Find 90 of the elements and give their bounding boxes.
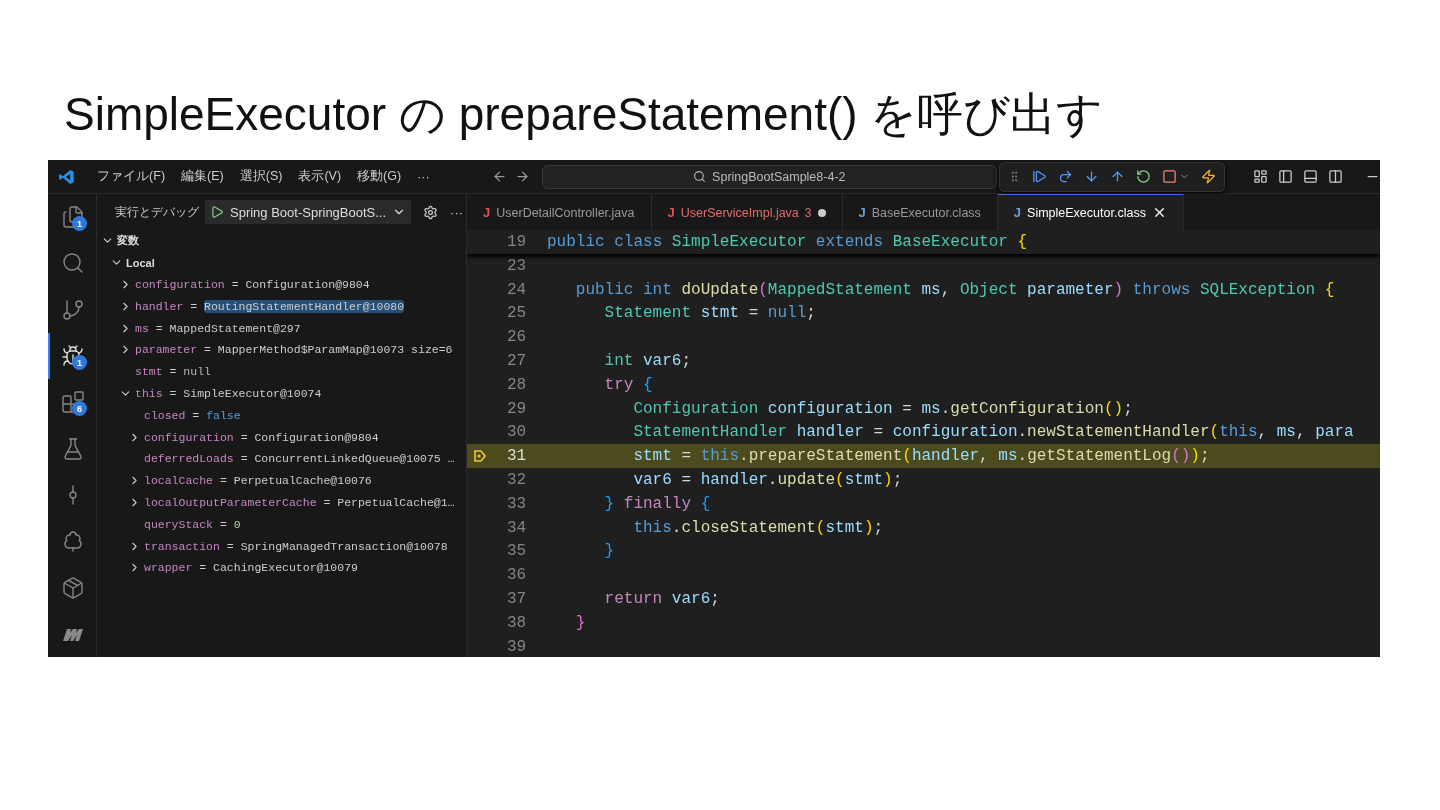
menu-item[interactable]: 移動(G) <box>349 168 410 185</box>
flask-icon[interactable] <box>61 436 85 461</box>
line-number: 24 <box>507 280 528 299</box>
code-line: public class SimpleExecutor extends BaseExecutor { <box>547 233 1028 251</box>
line-number: 26 <box>507 328 528 347</box>
variable-entry[interactable]: localCache = PerpetualCache@10076 <box>144 474 372 488</box>
line-number: 28 <box>507 375 528 394</box>
line-number: 29 <box>507 399 528 418</box>
package-icon[interactable] <box>61 575 85 600</box>
code-line: Configuration configuration = ms.getConfiguration(); <box>632 399 1133 418</box>
count-badge: 6 <box>72 401 87 417</box>
restart-icon[interactable] <box>1136 169 1151 184</box>
menu-item[interactable]: ファイル(F) <box>89 168 174 185</box>
branch-icon[interactable] <box>61 297 85 322</box>
line-number: 31 <box>507 447 528 466</box>
line-number: 34 <box>507 518 528 537</box>
line-number: 33 <box>507 494 528 513</box>
code-line: StatementHandler handler = configuration.newStatementHandler(this, ms, para <box>632 423 1354 442</box>
more-button[interactable]: ··· <box>450 204 464 220</box>
menu-item[interactable]: 表示(V) <box>290 168 350 185</box>
forward-arrow-icon[interactable] <box>514 169 530 184</box>
blocks-icon[interactable] <box>61 390 85 415</box>
sidebar-toggle-icon[interactable] <box>1278 169 1293 184</box>
search-icon <box>693 170 707 183</box>
line-number: 39 <box>507 637 528 656</box>
code-line: int var6; <box>603 352 692 371</box>
search-field[interactable]: SpringBootSample8-4-2 <box>541 164 997 189</box>
variable-entry[interactable]: transaction = SpringManagedTransaction@10078 <box>144 539 448 553</box>
code-line: } <box>574 613 586 632</box>
count-badge: 1 <box>72 216 87 232</box>
line-number: 30 <box>507 423 528 442</box>
java-file-icon: J <box>1013 205 1022 220</box>
line-number: 36 <box>507 566 528 585</box>
step-over-icon[interactable] <box>1058 169 1073 184</box>
play-icon[interactable] <box>210 205 224 219</box>
code-line: public int doUpdate(MappedStatement ms, Object parameter) throws SQLException { <box>574 280 1335 299</box>
line-number: 37 <box>507 590 528 609</box>
code-line: Statement stmt = null; <box>603 304 816 323</box>
paused-arrow-icon <box>473 449 487 464</box>
code-line: } <box>603 542 615 561</box>
slide-title: SimpleExecutor の prepareStatement() を呼び出す <box>64 87 1105 142</box>
java-file-icon: J <box>483 205 491 220</box>
variable-entry[interactable]: configuration = Configuration@9804 <box>135 278 370 291</box>
tree-icon[interactable] <box>61 529 85 554</box>
line-number: 38 <box>507 613 528 632</box>
menu-item[interactable]: ··· <box>409 169 438 184</box>
scope-label[interactable]: Local <box>126 256 155 269</box>
split-icon[interactable] <box>1328 169 1343 184</box>
code-line: this.closeStatement(stmt); <box>632 518 884 537</box>
files-icon[interactable] <box>61 205 85 230</box>
code-line: var6 = handler.update(stmt); <box>632 471 903 490</box>
variable-entry[interactable]: localOutputParameterCache = PerpetualCache@1… <box>144 495 455 509</box>
variable-entry[interactable]: closed = false <box>144 408 241 422</box>
continue-icon[interactable] <box>1032 169 1047 184</box>
variable-entry[interactable]: stmt = null <box>135 365 211 379</box>
launch-config-select[interactable]: Spring Boot-SpringBootS... <box>205 200 412 224</box>
java-file-icon: J <box>667 205 675 220</box>
menu-item[interactable]: 選択(S) <box>231 168 291 185</box>
editor-tab[interactable]: J SimpleExecutor.class <box>997 194 1184 230</box>
logo-icon <box>58 167 76 186</box>
lightning-icon[interactable] <box>1201 169 1216 184</box>
step-into-icon[interactable] <box>1084 169 1099 184</box>
line-number: 19 <box>507 233 528 251</box>
line-number: 32 <box>507 471 528 490</box>
code-line: } finally { <box>603 494 711 513</box>
variable-entry[interactable]: ms = MappedStatement@297 <box>135 321 301 335</box>
panel-title: 実行とデバッグ <box>115 203 199 221</box>
count-badge: 1 <box>72 355 87 371</box>
variable-entry[interactable]: parameter = MapperMethod$ParamMap@10073 size=6 <box>135 343 453 357</box>
variable-entry[interactable]: deferredLoads = ConcurrentLinkedQueue@10075 … <box>144 452 455 466</box>
line-number: 25 <box>507 304 528 323</box>
step-out-icon[interactable] <box>1110 169 1125 184</box>
bug-icon[interactable] <box>61 344 85 369</box>
variable-entry[interactable]: queryStack = 0 <box>144 517 241 531</box>
line-number: 23 <box>507 256 528 275</box>
layout-icon[interactable] <box>1253 169 1268 184</box>
variable-entry[interactable]: wrapper = CachingExecutor@10079 <box>144 561 358 575</box>
section-title[interactable]: 変数 <box>117 233 139 249</box>
variable-entry[interactable]: this = SimpleExecutor@10074 <box>135 386 322 400</box>
code-line: return var6; <box>603 590 720 609</box>
java-file-icon: J <box>858 205 866 220</box>
settings-icon[interactable] <box>423 204 439 220</box>
line-number: 27 <box>507 352 528 371</box>
panel-toggle-icon[interactable] <box>1303 169 1318 184</box>
code-line: try { <box>603 375 653 394</box>
stop-icon[interactable] <box>1162 169 1177 184</box>
code-line: stmt = this.prepareStatement(handler, ms.getStatementLog()); <box>632 447 1210 466</box>
menu-item[interactable]: 編集(E) <box>173 168 232 185</box>
variable-entry[interactable]: configuration = Configuration@9804 <box>144 430 379 444</box>
line-number: 35 <box>507 542 528 561</box>
